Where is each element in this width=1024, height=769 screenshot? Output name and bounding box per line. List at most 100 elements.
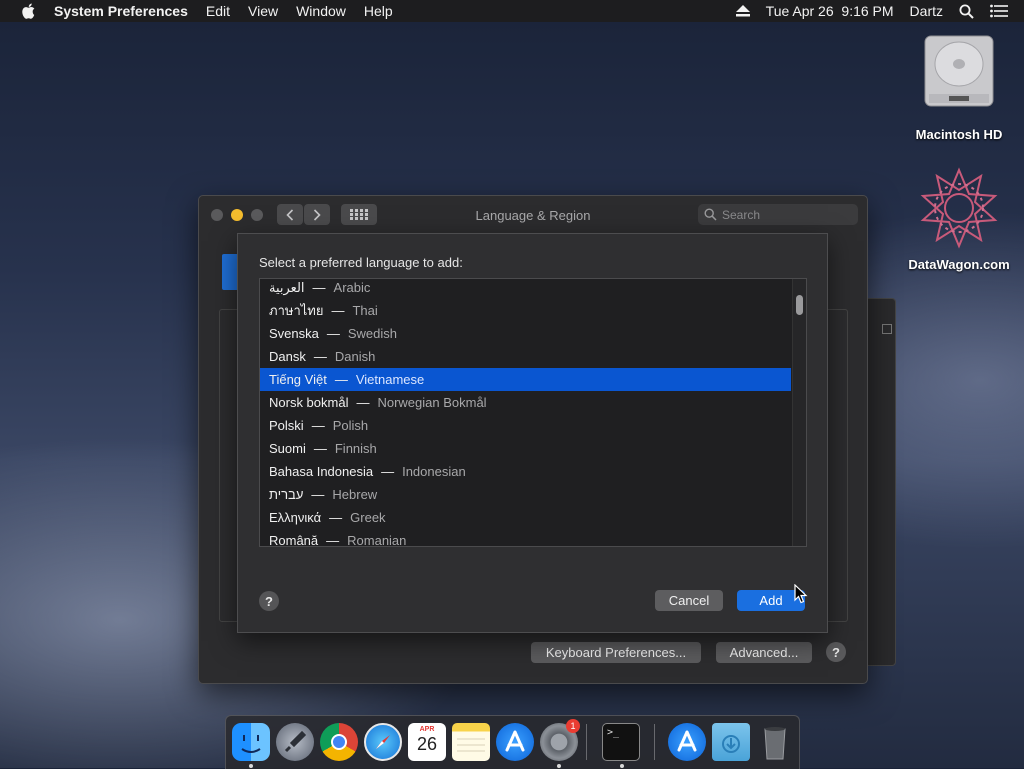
language-separator: — [329,510,343,525]
sidebar-toggle-icon[interactable] [882,324,892,334]
language-native-name: Polski [269,418,304,433]
language-english-name: Swedish [347,326,398,341]
applications-folder-icon[interactable] [668,723,706,761]
menu-help[interactable]: Help [364,3,393,19]
background-window-edge [866,298,896,666]
language-row[interactable]: Norsk bokmål — Norwegian Bokmål [260,391,791,414]
safari-icon[interactable] [364,723,402,761]
finder-face-icon [241,735,261,753]
language-row[interactable]: Dansk — Danish [260,345,791,368]
trash-can-icon [764,727,786,760]
mouse-cursor-icon [794,584,808,604]
search-placeholder: Search [722,207,761,222]
menu-window[interactable]: Window [296,3,346,19]
language-native-name: Română [269,533,319,547]
finder-icon[interactable] [232,723,270,761]
notes-lines-icon [457,738,485,752]
language-english-name: Arabic [333,280,371,295]
spotlight-search-icon[interactable] [959,4,974,19]
search-input[interactable]: Search [698,204,858,225]
language-english-name: Romanian [347,533,407,547]
language-row[interactable]: Svenska — Swedish [260,322,791,345]
search-icon [704,208,717,221]
running-indicator [557,764,561,768]
menubar-user[interactable]: Dartz [910,3,943,19]
language-list-scrollbar[interactable] [792,279,806,546]
language-row[interactable]: العربية — Arabic [260,279,791,299]
menu-bar: System Preferences Edit View Window Help… [0,0,1024,22]
menubar-clock[interactable]: Tue Apr 26 9:16 PM [766,3,894,19]
download-arrow-icon [722,735,740,753]
running-indicator [249,764,253,768]
cancel-button[interactable]: Cancel [655,590,723,611]
language-native-name: Tiếng Việt [269,372,327,387]
language-native-name: Suomi [269,441,306,456]
language-native-name: ภาษาไทย [269,303,324,318]
notes-icon[interactable] [452,723,490,761]
dock-separator [586,724,587,760]
datawagon-logo-icon [920,167,998,249]
language-separator: — [326,533,340,547]
scrollbar-thumb[interactable] [796,295,803,315]
language-separator: — [313,441,327,456]
calendar-month: APR [419,726,435,733]
compass-needle-icon [376,735,390,749]
keyboard-preferences-button[interactable]: Keyboard Preferences... [531,642,701,663]
language-icon [222,254,237,290]
language-native-name: العربية [269,279,305,295]
sheet-help-button[interactable]: ? [259,591,279,611]
language-row[interactable]: ภาษาไทย — Thai [260,299,791,322]
language-english-name: Norwegian Bokmål [377,395,487,410]
system-preferences-icon[interactable]: 1 [540,719,580,761]
terminal-icon[interactable]: >_ [602,723,640,761]
menu-view[interactable]: View [248,3,278,19]
language-row[interactable]: Bahasa Indonesia — Indonesian [260,460,791,483]
language-row[interactable]: עברית — Hebrew [260,483,791,506]
language-separator: — [312,280,326,295]
desktop-icon-datawagon[interactable]: DataWagon.com [904,166,1014,272]
advanced-button[interactable]: Advanced... [716,642,812,663]
menu-edit[interactable]: Edit [206,3,230,19]
language-english-name: Polish [332,418,369,433]
language-separator: — [311,487,325,502]
dock: APR 26 1 >_ [225,715,800,769]
language-native-name: Ελληνικά [269,510,322,525]
app-store-icon[interactable] [496,723,534,761]
language-row[interactable]: Suomi — Finnish [260,437,791,460]
calendar-icon[interactable]: APR 26 [408,723,446,761]
chrome-center-icon [331,734,347,750]
language-row[interactable]: Română — Romanian [260,529,791,547]
language-separator: — [356,395,370,410]
desktop-icon-label: DataWagon.com [908,257,1010,272]
downloads-folder-icon[interactable] [712,723,750,761]
language-english-name: Thai [352,303,378,318]
language-row[interactable]: Ελληνικά — Greek [260,506,791,529]
language-english-name: Greek [350,510,386,525]
notification-badge: 1 [566,719,580,733]
eject-icon[interactable] [735,5,750,17]
chrome-icon[interactable] [320,723,358,761]
language-native-name: עברית [269,487,304,502]
hard-drive-icon [924,35,994,107]
language-native-name: Svenska [269,326,319,341]
window-help-button[interactable]: ? [826,642,846,662]
running-indicator [620,764,624,768]
language-list[interactable]: العربية — Arabic ภาษาไทย — Thai Svenska — Swedis… [259,278,807,547]
language-native-name: Norsk bokmål [269,395,349,410]
window-titlebar[interactable]: Language & Region Search [199,196,867,234]
language-native-name: Dansk [269,349,306,364]
language-separator: — [334,372,348,387]
menu-app-name[interactable]: System Preferences [54,3,188,19]
language-row[interactable]: Polski — Polish [260,414,791,437]
launchpad-icon[interactable] [276,723,314,761]
language-row[interactable]: Tiếng Việt — Vietnamese [260,368,791,391]
language-separator: — [331,303,345,318]
trash-icon[interactable] [756,723,794,761]
calendar-day: 26 [416,734,438,754]
language-separator: — [313,349,327,364]
notification-center-icon[interactable] [990,4,1008,18]
language-english-name: Indonesian [402,464,466,479]
apple-menu-icon[interactable] [20,3,38,19]
applications-a-icon [677,730,697,752]
desktop-icon-macintosh-hd[interactable]: Macintosh HD [904,30,1014,142]
